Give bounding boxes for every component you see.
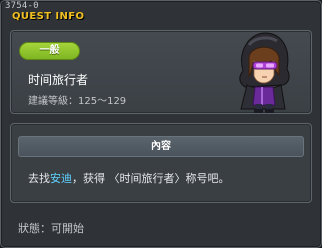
status-value: 可開始 — [51, 222, 84, 235]
level-range: 125～129 — [78, 96, 127, 107]
npc-link[interactable]: 安迪 — [50, 172, 72, 185]
status-label: 狀態： — [18, 222, 51, 235]
recommended-level: 建議等級：125～129 — [28, 92, 126, 107]
content-header: 內容 — [18, 136, 304, 157]
quest-id: 3754-0 — [5, 1, 39, 11]
quest-info-window: 3754-0 QUEST INFO 一般 时间旅行者 建議等級：125～129 — [0, 0, 322, 248]
quest-name: 时间旅行者 — [28, 73, 89, 87]
description-prefix: 去找 — [28, 172, 50, 185]
quest-category-badge: 一般 — [19, 42, 80, 60]
description-suffix: ，获得 〈时间旅行者〉称号吧。 — [72, 172, 230, 185]
level-label: 建議等級： — [28, 96, 78, 107]
hooded-adventurer-portrait-icon — [239, 32, 290, 113]
quest-content-panel: 內容 去找安迪，获得 〈时间旅行者〉称号吧。 — [10, 123, 312, 203]
window-title: QUEST INFO — [12, 11, 85, 22]
quest-header-panel: 一般 时间旅行者 建議等級：125～129 — [10, 30, 312, 114]
quest-status: 狀態：可開始 — [18, 220, 84, 236]
quest-description: 去找安迪，获得 〈时间旅行者〉称号吧。 — [28, 170, 230, 186]
